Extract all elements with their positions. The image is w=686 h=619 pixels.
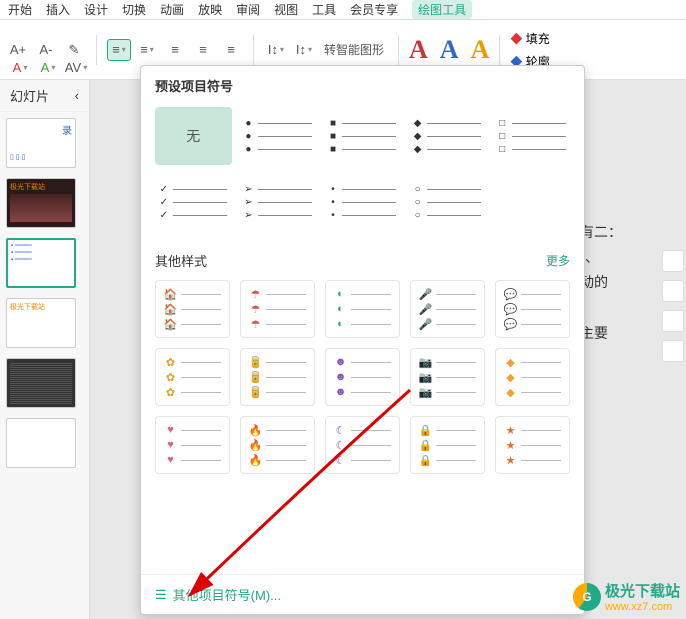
bullets-button[interactable]: ≡ [107,39,131,61]
side-tool-4[interactable] [662,340,684,362]
collapse-panel-button[interactable]: ‹ [75,88,79,103]
menu-tabs: 开始 插入 设计 切换 动画 放映 审阅 视图 工具 会员专享 绘图工具 [0,0,686,20]
bullets-dropdown: 预设项目符号 无 ●●● ■■■ ◆◆◆ □□□ ✓✓✓ ➢➢➢ ••• ○○○… [140,65,585,615]
tab-design[interactable]: 设计 [84,1,108,18]
tab-member[interactable]: 会员专享 [350,1,398,18]
numbering-button[interactable]: ≡ [135,39,159,61]
side-tool-1[interactable] [662,250,684,272]
tab-view[interactable]: 视图 [274,1,298,18]
other-style-2[interactable]: ◐◐◐ [325,280,400,338]
bullet-hollow-square[interactable]: □□□ [493,107,570,165]
font-color-button[interactable]: A [8,56,32,78]
bullet-disc[interactable]: ●●● [240,107,317,165]
other-style-0[interactable]: 🏠🏠🏠 [155,280,230,338]
tab-start[interactable]: 开始 [8,1,32,18]
tab-tools[interactable]: 工具 [312,1,336,18]
tab-drawing-tools[interactable]: 绘图工具 [412,0,472,19]
line-spacing-button[interactable]: ≡ [219,39,243,61]
text-fill-button[interactable]: ◆ 填充 [510,30,549,47]
align-button[interactable]: I↕ [292,39,316,61]
highlight-button[interactable]: A [36,56,60,78]
other-styles-heading: 其他样式 [155,251,207,270]
more-styles-link[interactable]: 更多 [546,252,570,269]
slide-thumb-2[interactable]: 极光下载站 [6,178,76,228]
slide-thumb-4[interactable]: 极光下载站 [6,298,76,348]
tab-insert[interactable]: 插入 [46,1,70,18]
wordart-style-2[interactable]: A [440,35,459,65]
bullet-none[interactable]: 无 [155,107,232,165]
slide-thumb-3[interactable]: ▪ ════▪ ════▪ ════ [6,238,76,288]
wordart-style-3[interactable]: A [471,35,490,65]
other-style-7[interactable]: ☻☻☻ [325,348,400,406]
wordart-style-1[interactable]: A [409,35,428,65]
other-style-3[interactable]: 🎤🎤🎤 [410,280,485,338]
other-style-13[interactable]: 🔒🔒🔒 [410,416,485,474]
watermark: G 极光下载站 www.xz7.com [573,580,680,613]
side-tool-3[interactable] [662,310,684,332]
char-spacing-button[interactable]: AV [64,56,88,78]
smart-graphic-button[interactable]: 转智能图形 [320,39,388,61]
other-style-9[interactable]: ◆◆◆ [495,348,570,406]
other-style-11[interactable]: 🔥🔥🔥 [240,416,315,474]
tab-animation[interactable]: 动画 [160,1,184,18]
other-style-12[interactable]: ☾☾☾ [325,416,400,474]
other-style-4[interactable]: 💬💬💬 [495,280,570,338]
bullet-circle[interactable]: ○○○ [409,173,486,231]
other-style-6[interactable]: 🥫🥫🥫 [240,348,315,406]
bullet-arrow[interactable]: ➢➢➢ [240,173,317,231]
other-style-10[interactable]: ♥♥♥ [155,416,230,474]
bullet-check[interactable]: ✓✓✓ [155,173,232,231]
other-style-5[interactable]: ✿✿✿ [155,348,230,406]
bullet-dot[interactable]: ••• [324,173,401,231]
tab-review[interactable]: 审阅 [236,1,260,18]
decrease-indent-button[interactable]: ≡ [163,39,187,61]
slide-thumb-6[interactable] [6,418,76,468]
watermark-logo-icon: G [573,583,601,611]
slide-thumb-5[interactable] [6,358,76,408]
side-tool-2[interactable] [662,280,684,302]
other-style-8[interactable]: 📷📷📷 [410,348,485,406]
increase-indent-button[interactable]: ≡ [191,39,215,61]
slide-panel-title: 幻灯片 [10,86,49,105]
slide-panel: 幻灯片 ‹ 录▯ ▯ ▯ 极光下载站 ▪ ════▪ ════▪ ════ 极光… [0,80,90,619]
other-style-1[interactable]: ☂☂☂ [240,280,315,338]
preset-bullets-heading: 预设项目符号 [141,66,584,101]
tab-transition[interactable]: 切换 [122,1,146,18]
bullet-square[interactable]: ■■■ [324,107,401,165]
bullet-empty[interactable] [493,173,570,231]
other-style-14[interactable]: ★★★ [495,416,570,474]
text-direction-button[interactable]: I↕ [264,39,288,61]
bullet-diamond[interactable]: ◆◆◆ [409,107,486,165]
list-icon: ☰ [155,587,167,603]
slide-thumb-1[interactable]: 录▯ ▯ ▯ [6,118,76,168]
tab-slideshow[interactable]: 放映 [198,1,222,18]
other-bullets-menu-item[interactable]: ☰ 其他项目符号(M)... [141,574,584,614]
